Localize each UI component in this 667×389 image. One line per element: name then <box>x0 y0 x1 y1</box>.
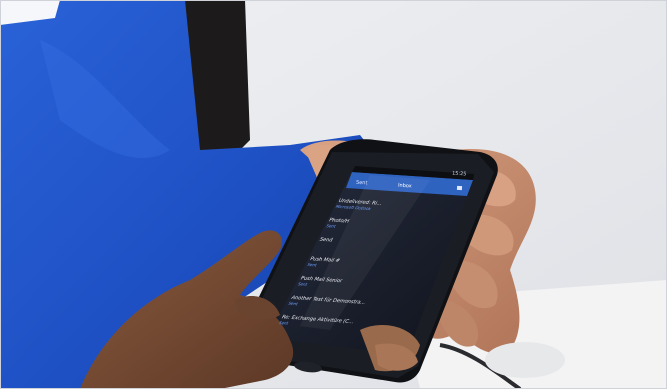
photo-frame <box>0 0 667 389</box>
photo <box>0 0 667 389</box>
